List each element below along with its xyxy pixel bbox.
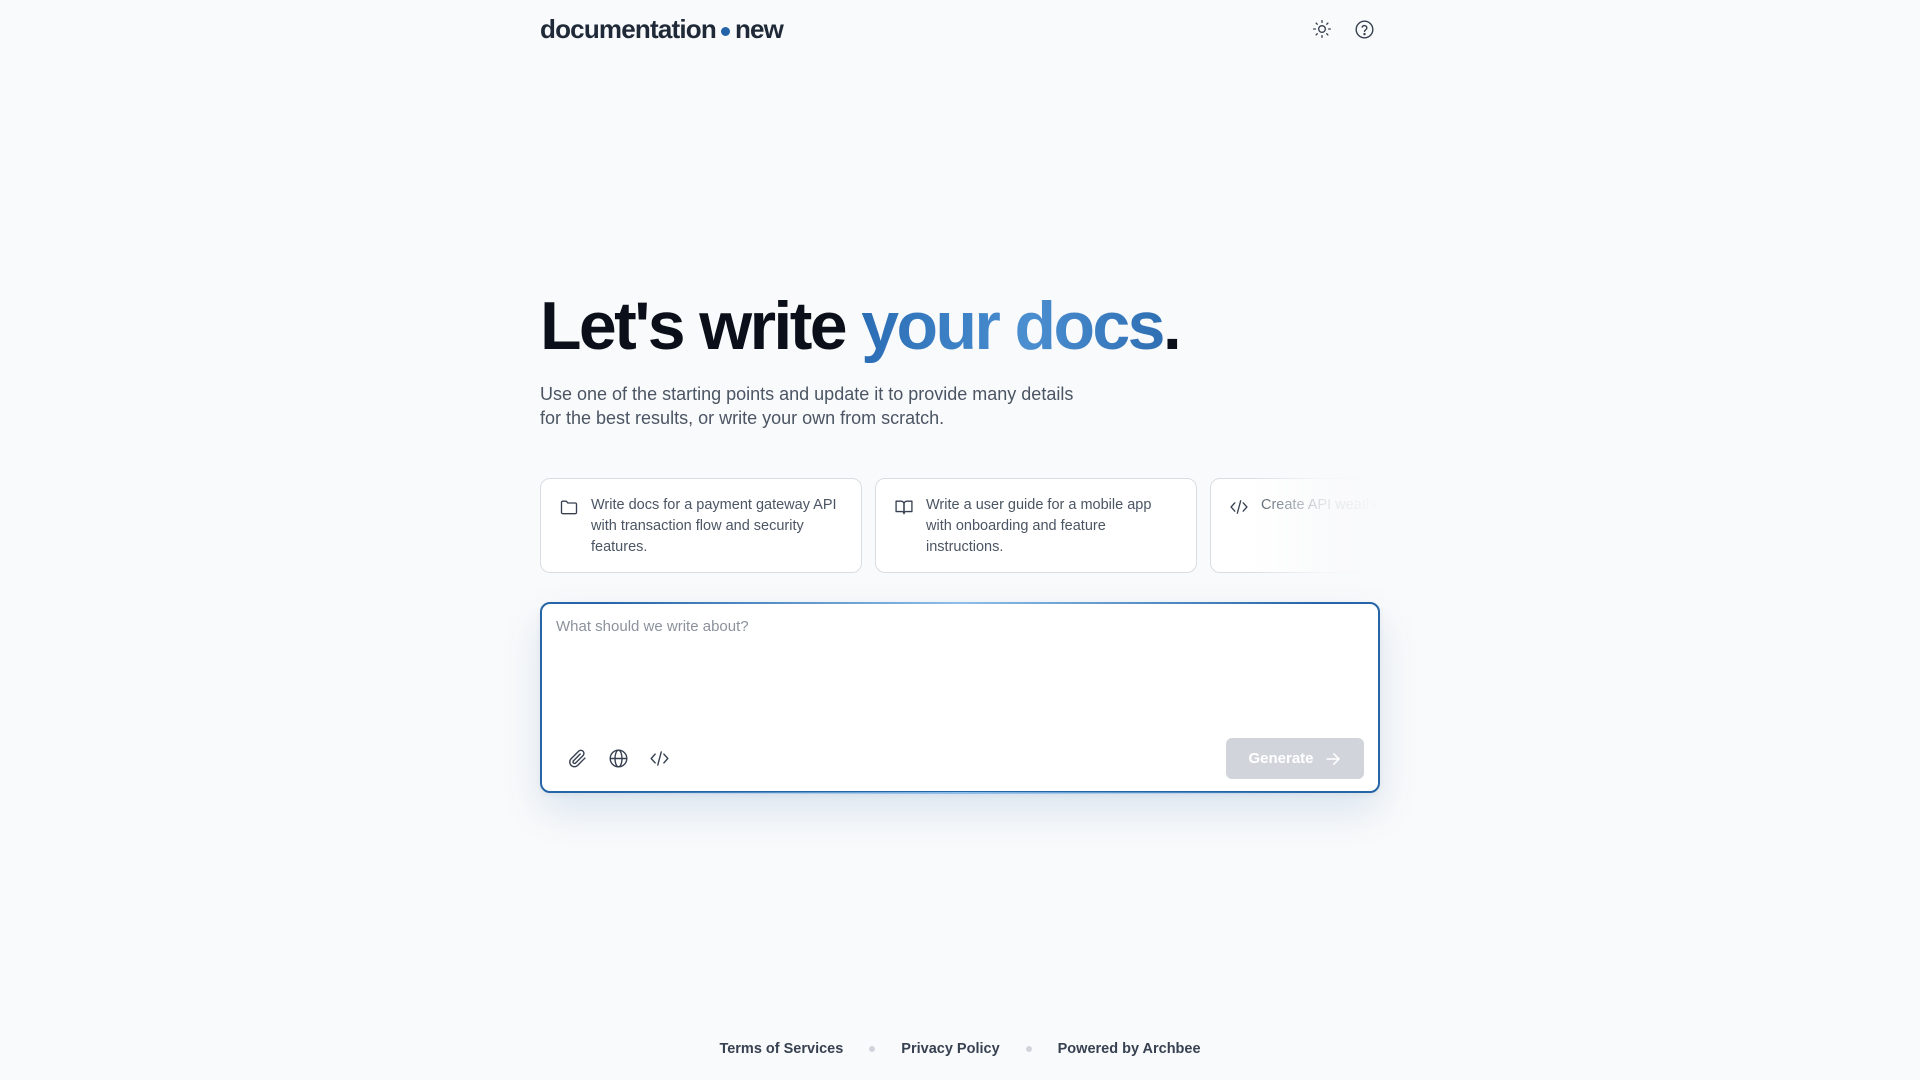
arrow-right-icon bbox=[1325, 752, 1340, 765]
suggestion-text: Create API weather da authenticat bbox=[1261, 497, 1380, 513]
header-actions bbox=[1310, 17, 1376, 41]
subtitle-line-2: for the best results, or write your own … bbox=[540, 408, 945, 428]
logo[interactable]: documentation new bbox=[540, 13, 784, 45]
attach-button[interactable] bbox=[566, 747, 588, 769]
footer: Terms of Services Privacy Policy Powered… bbox=[0, 1041, 1920, 1057]
page-title: Let's write your docs. bbox=[540, 286, 1182, 366]
suggestion-text: Write docs for a payment gateway API wit… bbox=[591, 497, 837, 555]
suggestion-card-payment-api[interactable]: Write docs for a payment gateway API wit… bbox=[540, 478, 862, 573]
subtitle-line-1: Use one of the starting points and updat… bbox=[540, 384, 1074, 404]
suggestion-card-user-guide[interactable]: Write a user guide for a mobile app with… bbox=[875, 478, 1197, 573]
page: documentation new Let's write your docs.… bbox=[0, 0, 1920, 1080]
generate-label: Generate bbox=[1248, 750, 1314, 767]
code-icon bbox=[1230, 500, 1248, 514]
help-button[interactable] bbox=[1352, 17, 1376, 41]
paperclip-icon bbox=[568, 749, 586, 767]
code-button[interactable] bbox=[648, 747, 670, 769]
title-end: . bbox=[1162, 288, 1182, 364]
theme-toggle-button[interactable] bbox=[1310, 17, 1334, 41]
title-accent: your docs bbox=[861, 288, 1165, 364]
suggestion-text: Write a user guide for a mobile app with… bbox=[926, 497, 1152, 555]
prompt-input[interactable] bbox=[556, 618, 1356, 708]
sun-icon bbox=[1313, 20, 1331, 38]
logo-text-left: documentation bbox=[540, 13, 717, 44]
subtitle: Use one of the starting points and updat… bbox=[540, 382, 1140, 430]
logo-text-right: new bbox=[734, 13, 784, 44]
code-icon bbox=[649, 750, 669, 766]
suggestion-card-weather-api[interactable]: Create API weather da authenticat bbox=[1210, 478, 1380, 573]
web-search-button[interactable] bbox=[607, 747, 629, 769]
help-circle-icon bbox=[1354, 19, 1374, 39]
prompt-box: Generate bbox=[540, 601, 1380, 794]
footer-separator bbox=[869, 1046, 876, 1052]
generate-button[interactable]: Generate bbox=[1226, 738, 1364, 779]
terms-link[interactable]: Terms of Services bbox=[719, 1041, 843, 1057]
logo-dot bbox=[720, 26, 730, 36]
powered-by-link[interactable]: Powered by Archbee bbox=[1058, 1041, 1201, 1057]
folder-icon bbox=[560, 500, 578, 515]
footer-separator bbox=[1025, 1046, 1032, 1052]
privacy-link[interactable]: Privacy Policy bbox=[901, 1041, 999, 1057]
prompt-tools bbox=[566, 747, 670, 769]
suggestion-cards: Write docs for a payment gateway API wit… bbox=[540, 478, 1380, 574]
header: documentation new bbox=[540, 12, 1380, 46]
globe-icon bbox=[608, 748, 628, 768]
book-open-icon bbox=[895, 500, 913, 515]
title-start: Let's write bbox=[540, 288, 862, 364]
